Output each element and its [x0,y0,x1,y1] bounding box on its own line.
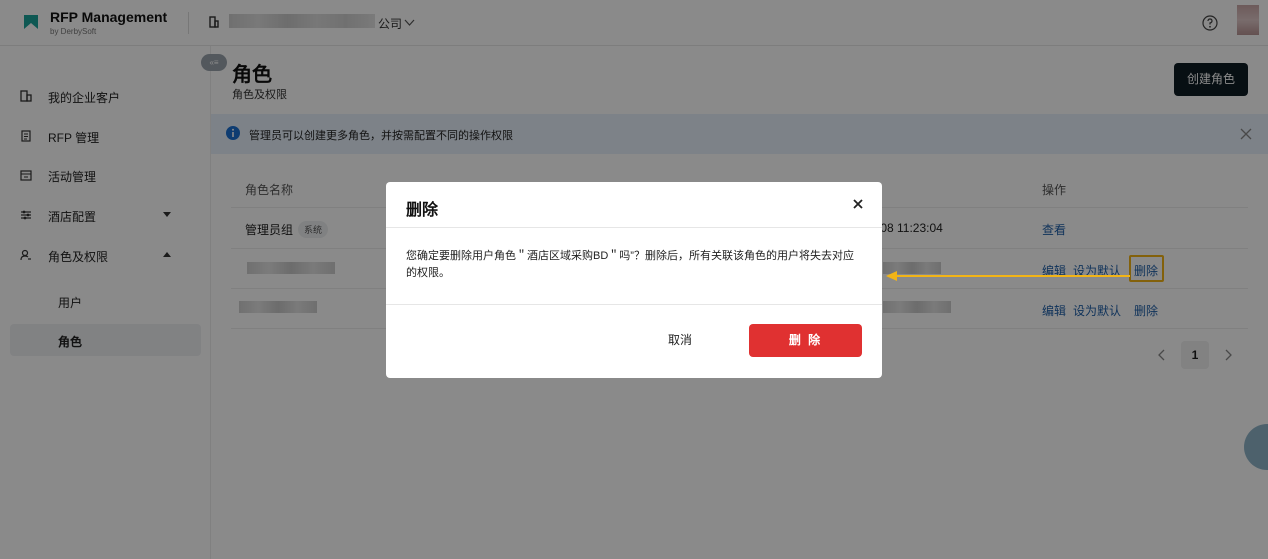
close-icon[interactable] [852,198,864,210]
cancel-button[interactable]: 取消 [650,324,710,356]
dialog-divider [386,304,882,305]
delete-confirm-dialog: 删除 您确定要删除用户角色＂酒店区域采购BD＂吗”？删除后，所有关联该角色的用户… [386,182,882,378]
dialog-divider [386,227,882,228]
dialog-message: 您确定要删除用户角色＂酒店区域采购BD＂吗”？删除后，所有关联该角色的用户将失去… [406,250,854,279]
annotation-arrow-icon [886,271,1130,281]
dialog-title: 删除 [406,202,439,219]
confirm-delete-button[interactable]: 删 除 [749,324,862,357]
